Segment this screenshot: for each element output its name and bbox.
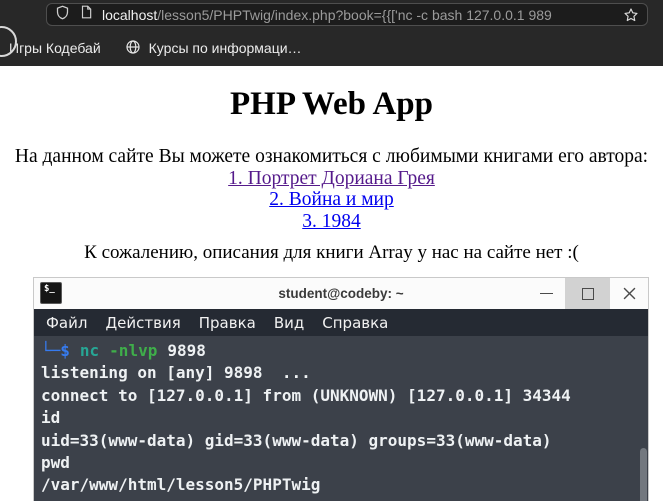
terminal-scrollbar[interactable]	[640, 448, 647, 501]
close-button[interactable]	[610, 278, 648, 309]
command-flags: -nlvp	[109, 341, 158, 360]
url-path: /lesson5/PHPTwig/index.php?book={{['nc -…	[157, 6, 552, 23]
book-link-1984[interactable]: 3. 1984	[0, 211, 663, 233]
menu-actions[interactable]: Действия	[96, 314, 189, 332]
terminal-app-icon: $_	[40, 282, 62, 304]
terminal-line: ^C	[41, 497, 648, 501]
not-found-text: К сожалению, описания для книги Array у …	[84, 242, 579, 263]
bookmark-label: Курсы по информаци…	[148, 40, 302, 56]
maximize-icon	[581, 287, 594, 300]
command-arg: 9898	[167, 341, 206, 360]
book-link-war-and-peace[interactable]: 2. Война и мир	[0, 189, 663, 211]
url-text: localhost/lesson5/PHPTwig/index.php?book…	[102, 6, 617, 23]
terminal-line: pwd	[41, 453, 70, 473]
terminal-line: connect to [127.0.0.1] from (UNKNOWN) [1…	[41, 385, 571, 405]
page-info-icon[interactable]	[79, 5, 93, 24]
url-host: localhost	[102, 6, 158, 23]
browser-chrome: localhost/lesson5/PHPTwig/index.php?book…	[0, 0, 663, 66]
terminal-menubar: Файл Действия Правка Вид Справка	[34, 309, 648, 336]
terminal-line: uid=33(www-data) gid=33(www-data) groups…	[41, 430, 552, 450]
bookmark-star-icon[interactable]	[623, 7, 639, 23]
bookmarks-bar: Игры Кодебай Курсы по информаци…	[0, 30, 663, 66]
bookmark-label: Игры Кодебай	[9, 40, 101, 56]
command-name: nc	[79, 341, 100, 360]
terminal-prompt-line: └─$ nc -nlvp 9898	[41, 340, 648, 362]
minimize-button[interactable]	[527, 278, 565, 309]
shell-prompt: └─$	[41, 341, 70, 360]
intro-block: На данном сайте Вы можете ознакомиться с…	[0, 146, 663, 232]
url-fade-overlay	[571, 6, 617, 23]
terminal-window: $_ student@codeby: ~ Файл Действия Правк…	[33, 277, 649, 501]
menu-file[interactable]: Файл	[37, 314, 96, 332]
intro-text: На данном сайте Вы можете ознакомиться с…	[14, 146, 649, 167]
globe-icon	[125, 39, 141, 58]
bookmark-item-courses[interactable]: Курсы по информаци…	[125, 39, 302, 58]
terminal-output[interactable]: └─$ nc -nlvp 9898 listening on [any] 9898 .…	[34, 336, 648, 501]
terminal-line: id	[41, 408, 61, 428]
maximize-button[interactable]	[565, 278, 610, 309]
close-icon	[623, 287, 635, 300]
address-bar[interactable]: localhost/lesson5/PHPTwig/index.php?book…	[46, 3, 648, 26]
bookmark-item-games[interactable]: Игры Кодебай	[9, 40, 101, 56]
book-link-dorian-gray[interactable]: 1. Портрет Дориана Грея	[0, 168, 663, 190]
menu-view[interactable]: Вид	[265, 314, 313, 332]
terminal-line: /var/www/html/lesson5/PHPTwig	[41, 475, 321, 495]
terminal-line: listening on [any] 9898 ...	[41, 363, 311, 383]
menu-help[interactable]: Справка	[313, 314, 397, 332]
minimize-icon	[539, 293, 553, 294]
browser-window: localhost/lesson5/PHPTwig/index.php?book…	[0, 0, 663, 501]
shield-icon[interactable]	[55, 5, 70, 25]
terminal-titlebar[interactable]: $_ student@codeby: ~	[34, 278, 648, 309]
page-content: PHP Web App На данном сайте Вы можете оз…	[0, 86, 663, 264]
menu-edit[interactable]: Правка	[190, 314, 265, 332]
page-title: PHP Web App	[230, 86, 433, 122]
